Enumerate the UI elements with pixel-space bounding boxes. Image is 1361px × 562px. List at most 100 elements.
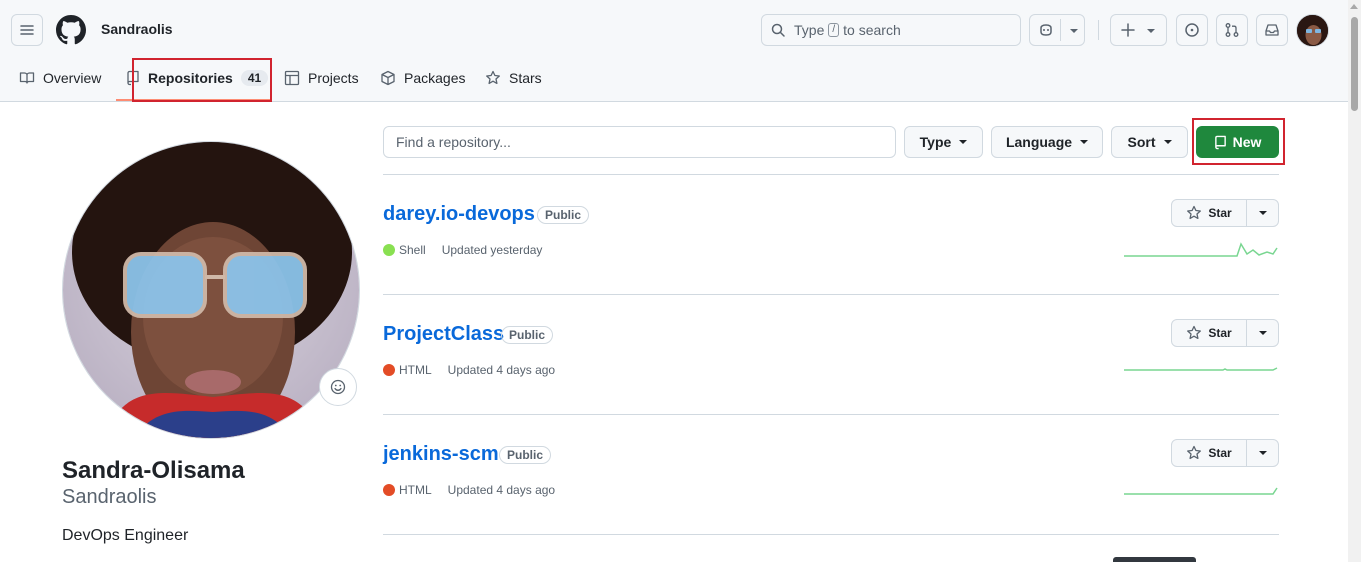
star-button[interactable]: Star (1172, 200, 1247, 226)
set-status-button[interactable] (319, 368, 357, 406)
sort-label: Sort (1127, 134, 1156, 150)
visibility-badge: Public (537, 206, 590, 224)
chevron-down-icon (1163, 140, 1172, 144)
star-label: Star (1208, 446, 1232, 460)
star-list-dropdown[interactable] (1247, 320, 1278, 346)
language-color-dot (383, 364, 395, 376)
profile-photo (63, 142, 359, 438)
repo-list-item: ProjectClass Public HTML Updated 4 days … (383, 294, 1279, 414)
star-button-group: Star (1171, 199, 1279, 227)
repo-name-link[interactable]: ProjectClass (383, 323, 504, 346)
repo-meta: HTML Updated 4 days ago (383, 483, 555, 497)
repo-updated: Updated 4 days ago (447, 363, 556, 377)
star-icon (1187, 205, 1202, 220)
tab-overview-label: Overview (43, 70, 102, 86)
star-button-group: Star (1171, 439, 1279, 467)
issues-icon (1185, 23, 1199, 37)
search-icon (771, 23, 785, 37)
chevron-down-icon (1080, 140, 1089, 144)
tab-stars[interactable]: Stars (485, 58, 542, 98)
create-new-button[interactable] (1110, 14, 1167, 46)
tooltip-edge (1113, 557, 1196, 562)
star-button-group: Star (1171, 319, 1279, 347)
search-prefix: Type (794, 22, 825, 38)
language-filter-label: Language (1005, 134, 1073, 150)
profile-username: Sandraolis (62, 486, 157, 508)
profile-full-name: Sandra-Olisama (62, 457, 245, 484)
scroll-up-arrow-icon[interactable] (1350, 4, 1358, 9)
header-username[interactable]: Sandraolis (101, 21, 173, 37)
page-scrollbar[interactable] (1348, 0, 1361, 562)
smiley-icon (330, 379, 346, 395)
tab-projects-label: Projects (308, 70, 359, 86)
repo-name-link[interactable]: darey.io-devops (383, 203, 535, 226)
header-separator (1098, 20, 1099, 40)
menu-button[interactable] (11, 14, 43, 46)
profile-bio: DevOps Engineer (62, 527, 189, 544)
activity-sparkline (1124, 242, 1278, 257)
star-label: Star (1208, 326, 1232, 340)
language-color-dot (383, 244, 395, 256)
repo-language: HTML (399, 483, 432, 497)
activity-sparkline (1124, 367, 1278, 371)
user-avatar[interactable] (1296, 14, 1329, 47)
profile-avatar[interactable] (62, 141, 360, 439)
book-icon (19, 72, 35, 84)
pull-requests-icon (1225, 23, 1239, 37)
type-filter-button[interactable]: Type (904, 126, 983, 158)
search-input[interactable]: Type / to search (761, 14, 1021, 46)
language-filter-button[interactable]: Language (991, 126, 1103, 158)
tab-stars-label: Stars (509, 70, 542, 86)
star-button[interactable]: Star (1172, 320, 1247, 346)
copilot-button[interactable] (1029, 14, 1085, 46)
tab-projects[interactable]: Projects (284, 58, 359, 98)
inbox-icon (1265, 24, 1279, 36)
repo-list-item: jenkins-scm Public HTML Updated 4 days a… (383, 414, 1279, 534)
tab-packages[interactable]: Packages (380, 58, 465, 98)
find-repository-input[interactable] (383, 126, 896, 158)
avatar-image (1297, 15, 1328, 46)
tab-overview[interactable]: Overview (19, 58, 101, 98)
hamburger-menu-icon (20, 25, 34, 35)
pull-requests-button[interactable] (1216, 14, 1248, 46)
github-logo[interactable] (56, 15, 86, 45)
sort-button[interactable]: Sort (1111, 126, 1188, 158)
chevron-down-icon (1258, 451, 1267, 455)
star-icon (486, 70, 500, 85)
list-divider (383, 534, 1279, 535)
scrollbar-thumb[interactable] (1351, 17, 1358, 111)
plus-icon (1121, 23, 1135, 37)
chevron-down-icon (1258, 331, 1267, 335)
chevron-down-icon (1147, 29, 1155, 33)
repo-meta: Shell Updated yesterday (383, 243, 542, 257)
repo-name-link[interactable]: jenkins-scm (383, 443, 499, 466)
star-icon (1187, 325, 1202, 340)
copilot-icon (1040, 24, 1052, 36)
new-button-highlight (1192, 118, 1285, 165)
chevron-down-icon (1258, 211, 1267, 215)
type-filter-label: Type (919, 134, 952, 150)
search-suffix: to search (843, 22, 901, 38)
repositories-tab-highlight (132, 58, 272, 102)
package-icon (381, 70, 395, 86)
inbox-button[interactable] (1256, 14, 1288, 46)
issues-button[interactable] (1176, 14, 1208, 46)
star-list-dropdown[interactable] (1247, 440, 1278, 466)
visibility-badge: Public (499, 446, 552, 464)
chevron-down-icon (959, 140, 968, 144)
repo-meta: HTML Updated 4 days ago (383, 363, 555, 377)
star-icon (1187, 445, 1202, 460)
visibility-badge: Public (501, 326, 554, 344)
language-color-dot (383, 484, 395, 496)
repo-language: HTML (399, 363, 432, 377)
table-icon (284, 70, 300, 86)
repo-list-item: darey.io-devops Public Shell Updated yes… (383, 174, 1279, 294)
search-shortcut-key: / (828, 23, 840, 37)
tab-packages-label: Packages (404, 70, 466, 86)
star-label: Star (1208, 206, 1232, 220)
star-list-dropdown[interactable] (1247, 200, 1278, 226)
activity-sparkline (1124, 487, 1278, 495)
repo-updated: Updated 4 days ago (447, 483, 556, 497)
star-button[interactable]: Star (1172, 440, 1247, 466)
chevron-down-icon (1070, 29, 1078, 33)
